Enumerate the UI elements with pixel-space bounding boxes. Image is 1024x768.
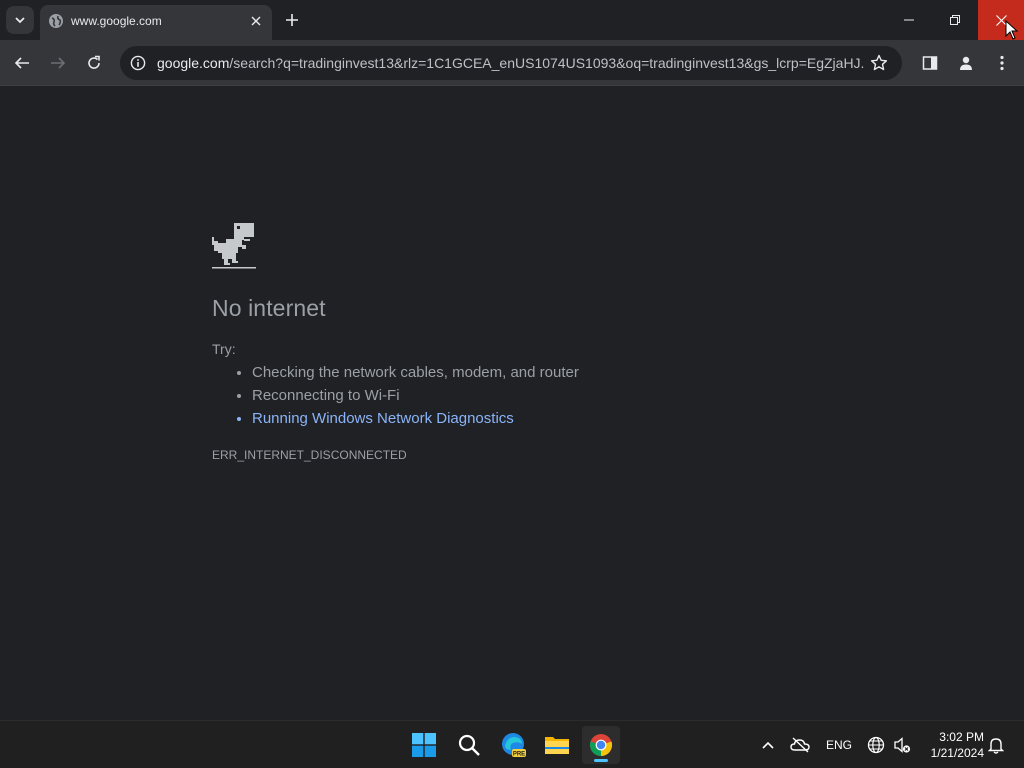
side-panel-icon (922, 56, 938, 70)
start-button[interactable] (405, 726, 443, 764)
network-diagnostics-link[interactable]: Running Windows Network Diagnostics (252, 409, 579, 432)
cloud-off-icon (790, 737, 810, 753)
tab-search-button[interactable] (6, 6, 34, 34)
chrome-icon (589, 734, 613, 757)
more-vert-icon (1000, 55, 1004, 71)
side-panel-button[interactable] (918, 51, 942, 75)
url-path: /search?q=tradinginvest13&rlz=1C1GCEA_en… (229, 55, 865, 71)
url-text[interactable]: google.com/search?q=tradinginvest13&rlz=… (157, 55, 865, 71)
title-bar: www.google.com (0, 0, 1024, 40)
notifications-button[interactable] (986, 735, 1006, 755)
clock[interactable]: 3:02 PM 1/21/2024 (920, 729, 984, 761)
back-button[interactable] (8, 49, 36, 77)
bell-icon (988, 738, 1004, 754)
chevron-up-icon (762, 741, 774, 749)
minimize-button[interactable] (886, 0, 932, 40)
globe-icon (49, 14, 63, 28)
windows-logo-icon (412, 733, 436, 757)
restore-icon (950, 15, 960, 25)
file-explorer-app[interactable] (538, 726, 576, 764)
arrow-right-icon (51, 57, 66, 69)
url-host: google.com (157, 55, 230, 71)
svg-text:PRE: PRE (513, 752, 525, 758)
clock-date: 1/21/2024 (930, 746, 984, 760)
mouse-cursor-icon (1005, 20, 1019, 40)
edge-icon: PRE (502, 733, 526, 758)
error-code: ERR_INTERNET_DISCONNECTED (212, 448, 407, 462)
forward-button[interactable] (44, 49, 72, 77)
tab-close-button[interactable] (248, 13, 264, 29)
reload-icon (88, 55, 100, 69)
reload-button[interactable] (80, 49, 108, 77)
page-content: No internet Try: Checking the network ca… (0, 87, 1024, 720)
clock-time: 3:02 PM (939, 730, 984, 744)
show-hidden-icons-button[interactable] (758, 735, 778, 755)
menu-button[interactable] (990, 51, 1014, 75)
network-button[interactable] (866, 735, 886, 755)
chrome-app[interactable] (582, 726, 620, 764)
suggestions-list: Checking the network cables, modem, and … (212, 363, 579, 432)
profile-icon (960, 56, 972, 70)
taskbar: PRE ENG 3:02 PM 1/21/2024 (0, 720, 1024, 768)
restore-button[interactable] (932, 0, 978, 40)
profile-button[interactable] (954, 51, 978, 75)
suggestion-item: Reconnecting to Wi-Fi (252, 386, 579, 409)
info-icon[interactable] (130, 55, 146, 71)
speaker-muted-icon (894, 737, 911, 753)
arrow-left-icon (14, 57, 29, 69)
close-icon (251, 16, 261, 26)
chevron-down-icon (15, 17, 25, 24)
search-button[interactable] (450, 726, 488, 764)
onedrive-button[interactable] (790, 735, 810, 755)
edge-browser-app[interactable]: PRE (495, 726, 533, 764)
new-tab-button[interactable] (280, 8, 304, 32)
tab-title: www.google.com (71, 14, 162, 28)
dinosaur-icon[interactable] (212, 223, 256, 269)
browser-toolbar: google.com/search?q=tradinginvest13&rlz=… (0, 40, 1024, 86)
tab-google[interactable]: www.google.com (40, 5, 272, 40)
search-icon (458, 734, 480, 756)
volume-button[interactable] (892, 735, 912, 755)
try-label: Try: (212, 341, 236, 357)
folder-icon (545, 737, 569, 754)
suggestion-item: Checking the network cables, modem, and … (252, 363, 579, 386)
plus-icon (286, 14, 298, 26)
error-heading: No internet (212, 295, 326, 321)
star-icon[interactable] (870, 54, 888, 72)
language-indicator[interactable]: ENG (826, 738, 852, 752)
address-bar[interactable]: google.com/search?q=tradinginvest13&rlz=… (120, 46, 902, 80)
minimize-icon (904, 19, 914, 21)
globe-icon (867, 736, 885, 754)
